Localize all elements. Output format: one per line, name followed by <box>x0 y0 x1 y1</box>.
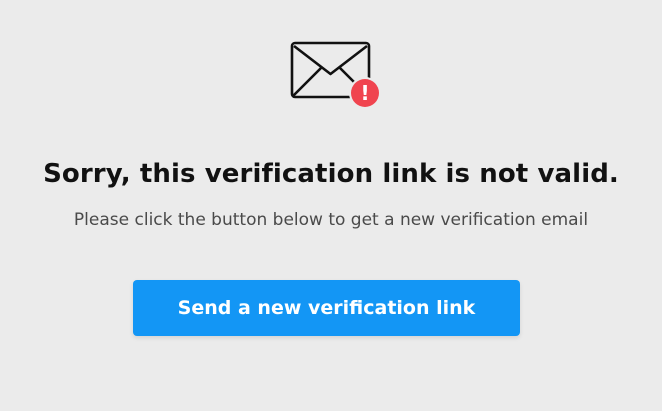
page-subtitle: Please click the button below to get a n… <box>73 210 589 230</box>
alert-glyph: ! <box>360 81 369 105</box>
verification-error-page: ! Sorry, this verification link is not v… <box>0 0 662 411</box>
send-new-verification-link-button[interactable]: Send a new verification link <box>133 280 520 336</box>
page-title: Sorry, this verification link is not val… <box>43 159 619 189</box>
invalid-email-illustration: ! <box>289 40 385 112</box>
alert-icon: ! <box>349 77 381 109</box>
envelope-alert-graphic: ! <box>290 41 381 109</box>
